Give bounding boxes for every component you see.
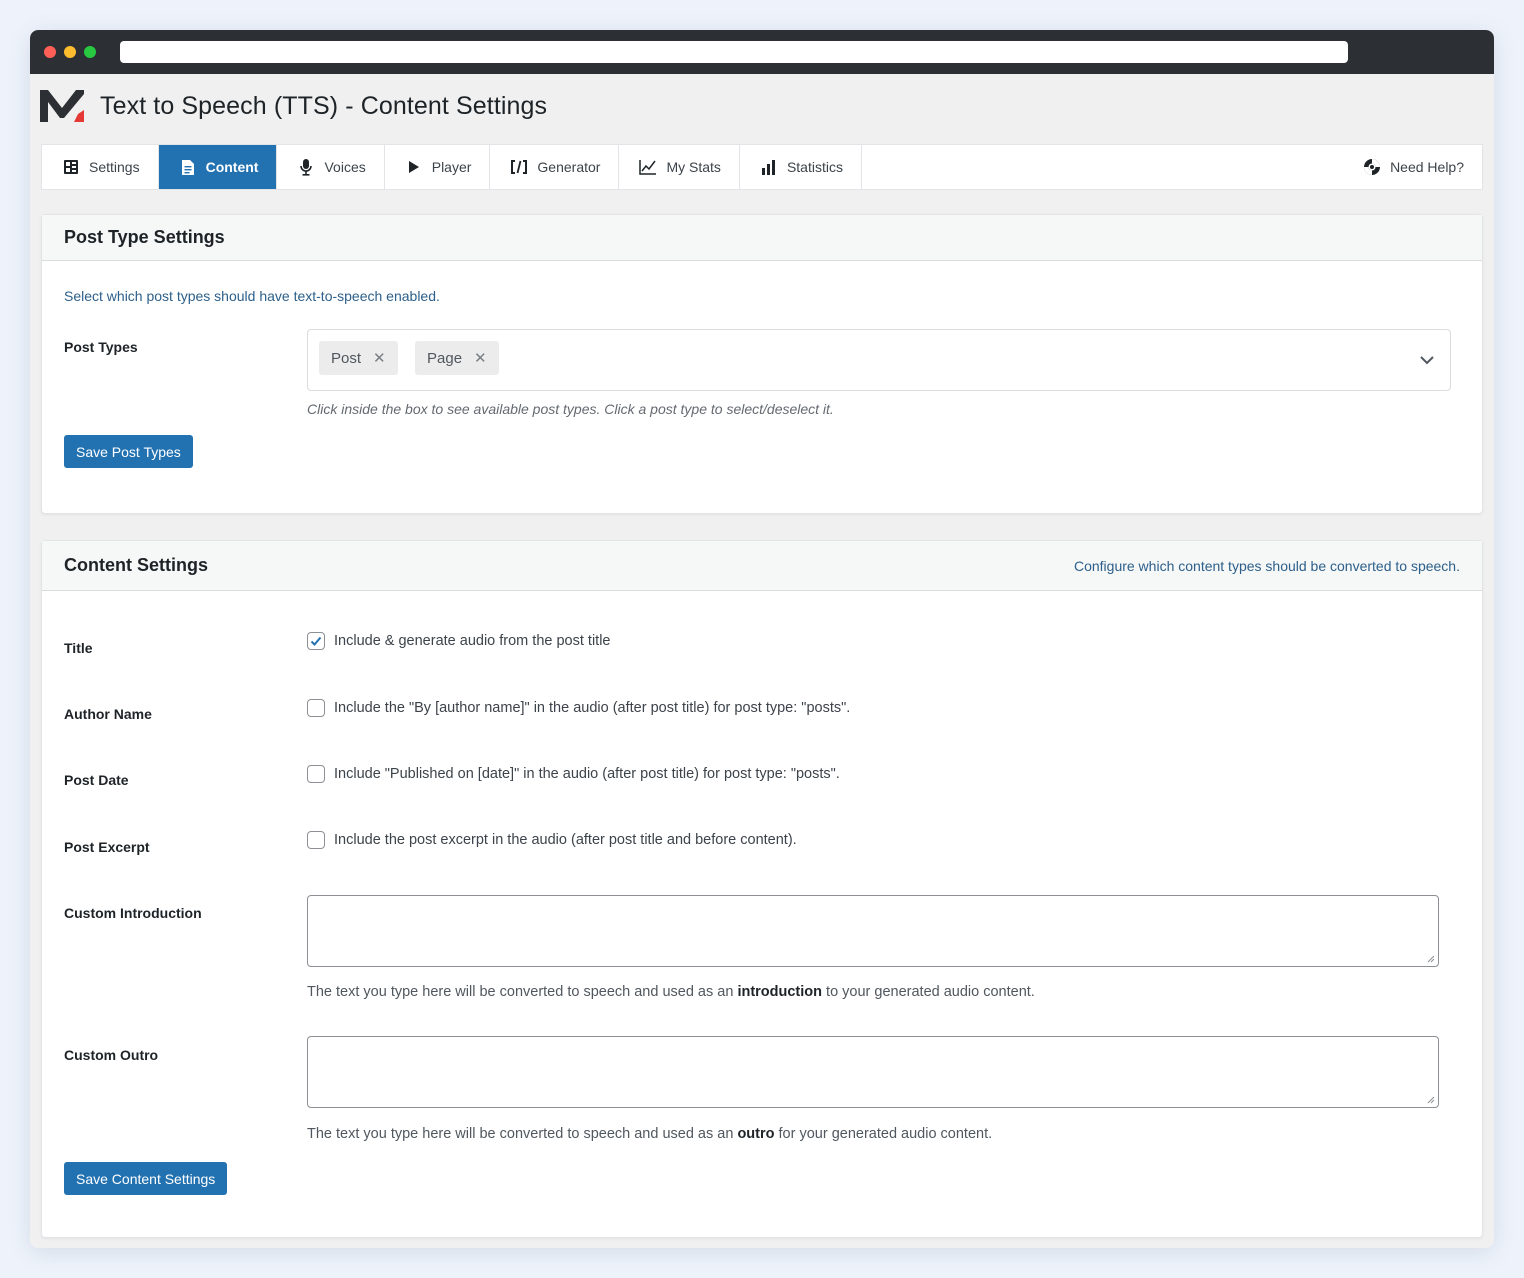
post-types-multiselect[interactable]: Post ✕ Page ✕	[307, 329, 1451, 391]
chip-label: Page	[427, 349, 463, 367]
post-excerpt-checkbox[interactable]	[307, 831, 325, 849]
tab-settings[interactable]: Settings	[42, 145, 159, 189]
title-label: Title	[64, 640, 93, 656]
tab-label: Voices	[324, 159, 366, 175]
resize-handle-icon[interactable]	[1426, 954, 1435, 963]
content-settings-card: Content Settings Configure which content…	[41, 540, 1483, 1238]
custom-introduction-label: Custom Introduction	[64, 905, 202, 921]
browser-window: Text to Speech (TTS) - Content Settings …	[30, 30, 1494, 1248]
need-help-link[interactable]: Need Help?	[1343, 145, 1482, 189]
help-label: Need Help?	[1390, 159, 1464, 175]
settings-grid-icon	[62, 158, 80, 176]
page-header: Text to Speech (TTS) - Content Settings	[30, 74, 1494, 144]
author-name-checkbox[interactable]	[307, 699, 325, 717]
chevron-down-icon[interactable]	[1418, 351, 1436, 369]
post-types-label: Post Types	[64, 339, 138, 355]
lifebuoy-icon	[1363, 158, 1381, 176]
chip-page: Page ✕	[415, 341, 499, 375]
resize-handle-icon[interactable]	[1426, 1095, 1435, 1104]
save-content-settings-button[interactable]: Save Content Settings	[64, 1162, 228, 1195]
post-excerpt-option[interactable]: Include the post excerpt in the audio (a…	[307, 831, 797, 849]
chip-post: Post ✕	[319, 341, 398, 375]
post-excerpt-label: Post Excerpt	[64, 839, 150, 855]
code-brackets-icon	[510, 158, 528, 176]
title-checkbox[interactable]	[307, 632, 325, 650]
post-date-option-text: Include "Published on [date]" in the aud…	[334, 766, 840, 782]
custom-outro-help: The text you type here will be converted…	[307, 1126, 993, 1142]
card-title: Content Settings	[64, 555, 208, 575]
post-date-label: Post Date	[64, 772, 129, 788]
tab-label: My Stats	[666, 159, 721, 175]
tab-bar: Settings Content Voices Player Generator	[41, 144, 1483, 190]
bar-chart-icon	[760, 158, 778, 176]
address-bar[interactable]	[120, 41, 1348, 63]
brand-logo-icon	[40, 90, 84, 122]
tab-label: Statistics	[786, 159, 843, 175]
tab-player[interactable]: Player	[385, 145, 491, 189]
save-post-types-button[interactable]: Save Post Types	[64, 435, 193, 468]
custom-introduction-help: The text you type here will be converted…	[307, 984, 1035, 1000]
post-date-option[interactable]: Include "Published on [date]" in the aud…	[307, 765, 840, 783]
tab-label: Generator	[537, 159, 601, 175]
card-description: Select which post types should have text…	[64, 288, 440, 304]
card-header: Post Type Settings	[42, 215, 1482, 261]
microphone-icon	[297, 158, 315, 176]
chip-label: Post	[331, 349, 362, 367]
line-chart-icon	[639, 158, 657, 176]
remove-post-icon[interactable]: ✕	[373, 349, 386, 367]
post-excerpt-option-text: Include the post excerpt in the audio (a…	[334, 832, 797, 848]
tab-generator[interactable]: Generator	[490, 145, 620, 189]
post-type-settings-card: Post Type Settings Select which post typ…	[41, 214, 1483, 514]
custom-outro-label: Custom Outro	[64, 1047, 159, 1063]
custom-outro-textarea[interactable]	[307, 1036, 1439, 1108]
author-name-label: Author Name	[64, 706, 152, 722]
page-title: Text to Speech (TTS) - Content Settings	[100, 92, 548, 120]
post-types-hint: Click inside the box to see available po…	[307, 401, 834, 417]
card-header: Content Settings Configure which content…	[42, 541, 1482, 591]
tab-my-stats[interactable]: My Stats	[619, 145, 740, 189]
minimize-window-dot[interactable]	[64, 46, 76, 58]
close-window-dot[interactable]	[44, 46, 56, 58]
play-icon	[405, 158, 423, 176]
post-date-checkbox[interactable]	[307, 765, 325, 783]
card-title: Post Type Settings	[64, 227, 225, 247]
tab-label: Content	[205, 159, 259, 175]
tab-voices[interactable]: Voices	[277, 145, 385, 189]
tab-statistics[interactable]: Statistics	[740, 145, 862, 189]
maximize-window-dot[interactable]	[84, 46, 96, 58]
title-option[interactable]: Include & generate audio from the post t…	[307, 632, 610, 650]
tab-content[interactable]: Content	[158, 145, 278, 189]
browser-titlebar	[30, 30, 1494, 74]
author-name-option[interactable]: Include the "By [author name]" in the au…	[307, 699, 850, 717]
tab-label: Player	[431, 159, 472, 175]
document-icon	[179, 158, 197, 176]
title-option-text: Include & generate audio from the post t…	[334, 633, 611, 649]
card-description: Configure which content types should be …	[1073, 557, 1460, 574]
author-name-option-text: Include the "By [author name]" in the au…	[334, 700, 851, 716]
tab-label: Settings	[89, 159, 140, 175]
custom-introduction-textarea[interactable]	[307, 895, 1439, 967]
remove-page-icon[interactable]: ✕	[474, 349, 487, 367]
